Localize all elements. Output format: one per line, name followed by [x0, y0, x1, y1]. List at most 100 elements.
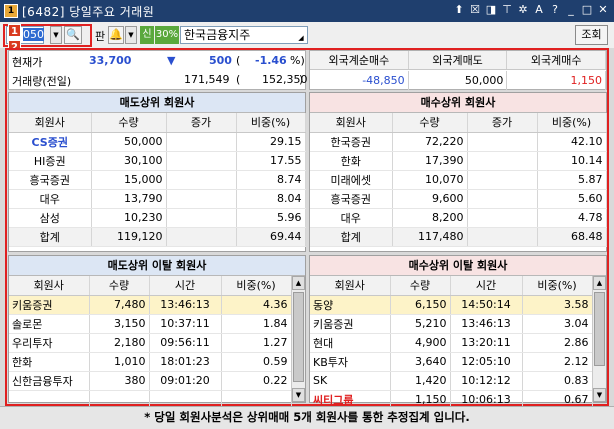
table-row[interactable]: 우리투자 2,180 09:56:11 1.27 — [9, 333, 292, 353]
bell-icon[interactable]: 🔔 — [108, 26, 124, 44]
col-qty: 수량 — [91, 113, 167, 133]
help-icon[interactable]: ? — [548, 3, 562, 17]
scroll-thumb[interactable] — [293, 292, 304, 382]
member-name: SK — [310, 371, 391, 391]
window-title: [6482] 당일주요 거래원 — [22, 4, 155, 19]
table-row[interactable]: 흥국증권 15,000 8.74 — [9, 170, 306, 190]
percent-sign: %) — [290, 54, 305, 67]
member-name: 신한금융투자 — [9, 371, 90, 391]
inc-cell — [166, 208, 237, 228]
sell-top-title: 매도상위 회원사 — [9, 93, 305, 113]
close-button[interactable]: ✕ — [596, 3, 610, 17]
table-row[interactable]: 현대 4,900 13:20:11 2.86 — [310, 333, 593, 353]
member-name: 한화 — [310, 151, 393, 171]
col-member: 회원사 — [310, 276, 391, 296]
table-row[interactable]: 미래에셋 10,070 5.87 — [310, 170, 607, 190]
total-inc — [166, 227, 237, 247]
pct-cell: 5.87 — [537, 170, 607, 190]
sell-top-panel: 매도상위 회원사 회원사 수량 증가 비중(%) CS증권 50,000 29.… — [8, 92, 306, 252]
scroll-thumb[interactable] — [594, 292, 605, 366]
foreign-buy-header: 외국계매수 — [507, 51, 607, 69]
table-row[interactable]: KB투자 3,640 12:05:10 2.12 — [310, 352, 593, 372]
buy-exit-table: 회원사 수량 시간 비중(%) 동양 6,150 14:50:14 3.58 키… — [310, 276, 593, 410]
table-row[interactable]: 대우 8,200 4.78 — [310, 208, 607, 228]
qty-cell: 7,480 — [89, 295, 150, 315]
inquiry-button[interactable]: 조회 — [575, 25, 608, 45]
pct-cell: 0.83 — [522, 371, 593, 391]
maximize-button[interactable]: □ — [580, 3, 594, 17]
code-dropdown-icon[interactable]: ▼ — [50, 26, 62, 44]
buy-top-panel: 매수상위 회원사 회원사 수량 증가 비중(%) 한국증권 72,220 42.… — [309, 92, 607, 252]
qty-cell: 3,150 — [89, 314, 150, 334]
table-row[interactable]: 신한금융투자 380 09:01:20 0.22 — [9, 371, 292, 391]
qty-cell: 15,000 — [91, 170, 167, 190]
table-row[interactable]: HI증권 30,100 17.55 — [9, 151, 306, 171]
table-row[interactable]: 한화 17,390 10.14 — [310, 151, 607, 171]
table-row[interactable]: 동양 6,150 14:50:14 3.58 — [310, 295, 593, 315]
table-row[interactable]: 한화 1,010 18:01:23 0.59 — [9, 352, 292, 372]
current-price-label: 현재가 — [12, 56, 43, 69]
pct-cell: 42.10 — [537, 132, 607, 152]
member-name: 동양 — [310, 295, 391, 315]
col-qty: 수량 — [390, 276, 451, 296]
time-cell: 10:37:11 — [149, 314, 222, 334]
qty-cell: 13,790 — [91, 189, 167, 209]
pct-cell: 8.04 — [236, 189, 306, 209]
scroll-down-icon[interactable]: ▼ — [593, 388, 606, 402]
alert-dropdown-icon[interactable]: ▼ — [125, 26, 137, 44]
pct-cell: 17.55 — [236, 151, 306, 171]
col-pct: 비중(%) — [236, 113, 306, 133]
current-price-row: 현재가 33,700 ▼ 500 ( -1.46 %) — [9, 51, 305, 70]
font-size-icon[interactable]: A — [532, 3, 546, 17]
inc-cell — [467, 208, 538, 228]
scroll-up-icon[interactable]: ▲ — [593, 276, 606, 290]
time-cell: 18:01:23 — [149, 352, 222, 372]
print-icon[interactable]: ☒ — [468, 3, 482, 17]
inc-cell — [467, 132, 538, 152]
buy-exit-scrollbar[interactable]: ▲ ▼ — [592, 276, 606, 402]
qty-cell: 9,600 — [392, 189, 468, 209]
col-inc: 증가 — [166, 113, 237, 133]
qty-cell: 2,180 — [89, 333, 150, 353]
scroll-down-icon[interactable]: ▼ — [292, 388, 305, 402]
sell-top-table: 회원사 수량 증가 비중(%) CS증권 50,000 29.15 HI증권 3… — [9, 113, 306, 247]
pin-icon[interactable]: ⬆ — [452, 3, 466, 17]
inc-cell — [467, 189, 538, 209]
qty-cell: 8,200 — [392, 208, 468, 228]
table-row[interactable]: CS증권 50,000 29.15 — [9, 132, 306, 152]
sell-exit-table: 회원사 수량 시간 비중(%) 키움증권 7,480 13:46:13 4.36… — [9, 276, 292, 410]
table-row[interactable]: 키움증권 5,210 13:46:13 3.04 — [310, 314, 593, 334]
inc-cell — [467, 151, 538, 171]
down-arrow-icon: ▼ — [167, 54, 176, 67]
table-row[interactable]: SK 1,420 10:12:12 0.83 — [310, 371, 593, 391]
member-name: 한국증권 — [310, 132, 393, 152]
minimize-button[interactable]: _ — [564, 3, 578, 17]
settings-icon[interactable]: ✲ — [516, 3, 530, 17]
foreign-buy-value: 1,150 — [507, 71, 607, 90]
link-icon[interactable]: ◨ — [484, 3, 498, 17]
table-row[interactable]: 삼성 10,230 5.96 — [9, 208, 306, 228]
table-row[interactable]: 대우 13,790 8.04 — [9, 189, 306, 209]
table-header-row: 회원사 수량 시간 비중(%) — [310, 276, 593, 296]
scroll-up-icon[interactable]: ▲ — [292, 276, 305, 290]
table-row[interactable]: 한국증권 72,220 42.10 — [310, 132, 607, 152]
current-price: 33,700 — [89, 54, 132, 67]
table-row[interactable]: 솔로몬 3,150 10:37:11 1.84 — [9, 314, 292, 334]
total-qty: 119,120 — [91, 227, 167, 247]
table-row[interactable]: 키움증권 7,480 13:46:13 4.36 — [9, 295, 292, 315]
name-dropdown-icon[interactable]: ◢ — [295, 30, 307, 48]
table-row[interactable]: 흥국증권 9,600 5.60 — [310, 189, 607, 209]
volume-value: 171,549 — [184, 73, 230, 86]
sell-exit-scrollbar[interactable]: ▲ ▼ — [291, 276, 305, 402]
table-header-row: 회원사 수량 증가 비중(%) — [310, 113, 607, 133]
change-rate: -1.46 — [255, 54, 287, 67]
buy-top-table: 회원사 수량 증가 비중(%) 한국증권 72,220 42.10 한화 17,… — [310, 113, 607, 247]
total-qty: 117,480 — [392, 227, 468, 247]
qty-cell: 1,420 — [390, 371, 451, 391]
search-icon[interactable]: 🔍 — [64, 26, 82, 44]
pct-cell: 0.22 — [221, 371, 292, 391]
pct-cell: 5.96 — [236, 208, 306, 228]
stock-name-field: 한국금융지주 — [180, 26, 308, 44]
always-on-top-icon[interactable]: ⊤ — [500, 3, 514, 17]
time-cell: 13:20:11 — [450, 333, 523, 353]
